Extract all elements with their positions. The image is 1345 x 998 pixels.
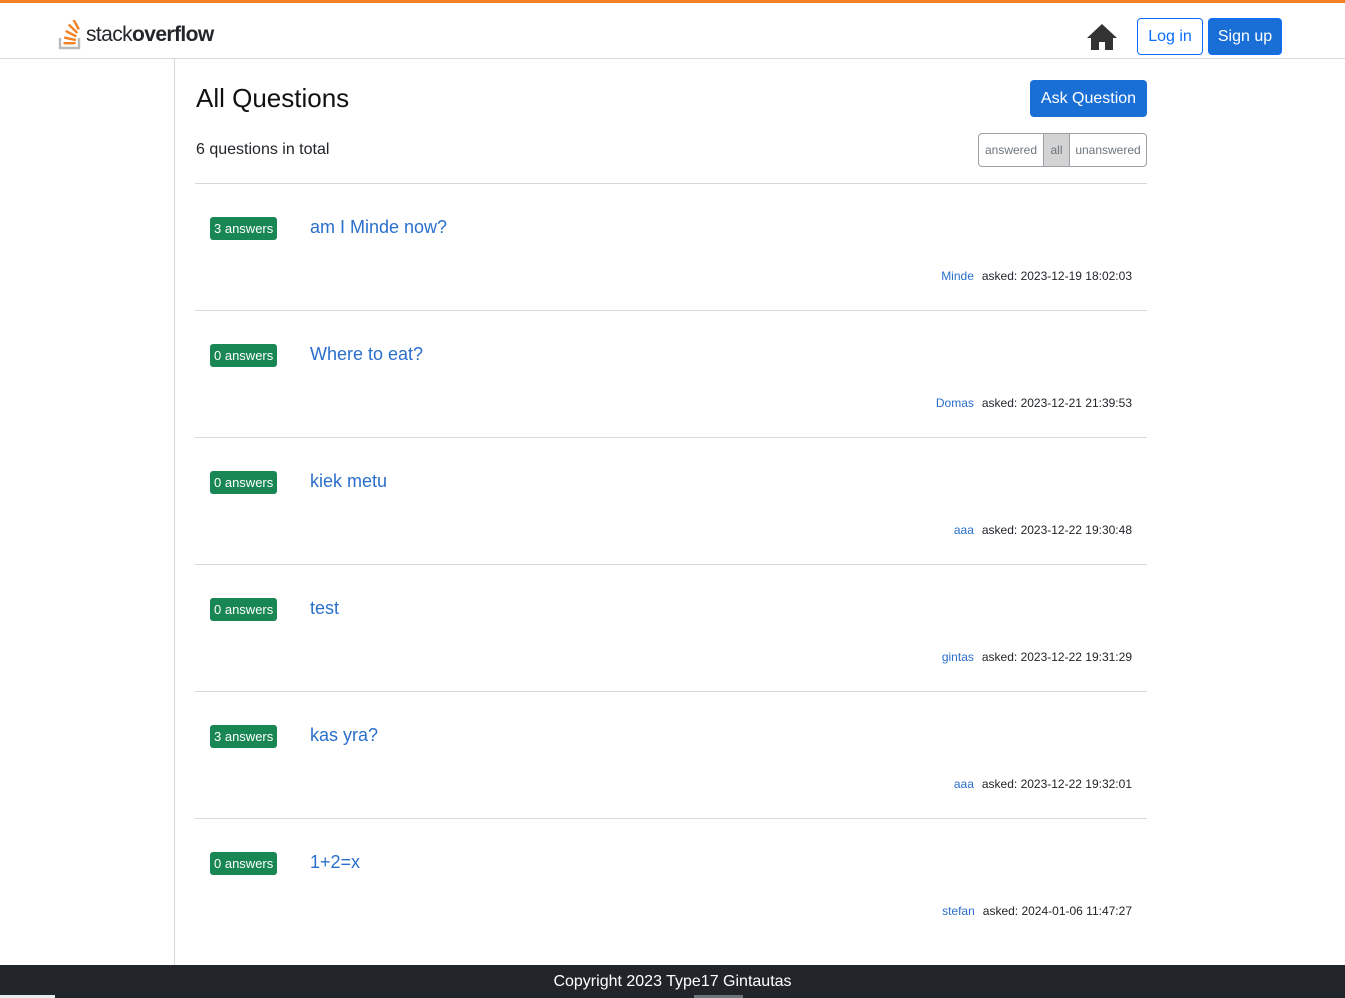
filter-all[interactable]: all: [1043, 134, 1069, 166]
question-row: 3 answers am I Minde now? Minde asked: 2…: [195, 184, 1147, 311]
question-meta: gintas asked: 2023-12-22 19:31:29: [942, 650, 1132, 664]
question-meta: aaa asked: 2023-12-22 19:30:48: [954, 523, 1132, 537]
asked-date: asked: 2023-12-22 19:31:29: [981, 650, 1132, 664]
filter-unanswered[interactable]: unanswered: [1069, 134, 1146, 166]
answers-count-badge: 0 answers: [210, 344, 278, 367]
question-meta: aaa asked: 2023-12-22 19:32:01: [954, 777, 1132, 791]
author-link[interactable]: gintas: [942, 650, 974, 664]
author-link[interactable]: stefan: [942, 904, 975, 918]
answers-count-badge: 0 answers: [210, 471, 278, 494]
question-meta: stefan asked: 2024-01-06 11:47:27: [942, 904, 1132, 918]
stackoverflow-logo[interactable]: stackoverflow: [58, 19, 214, 51]
question-title-link[interactable]: 1+2=x: [310, 852, 360, 873]
top-navbar: stackoverflow Log in Sign up: [0, 0, 1345, 59]
signup-button[interactable]: Sign up: [1208, 18, 1282, 55]
asked-date: asked: 2024-01-06 11:47:27: [982, 904, 1132, 918]
author-link[interactable]: aaa: [954, 777, 974, 791]
ask-question-button[interactable]: Ask Question: [1030, 80, 1147, 117]
logo-text-stack: stack: [86, 23, 133, 46]
question-title-link[interactable]: kas yra?: [310, 725, 378, 746]
page-title: All Questions: [196, 83, 350, 113]
question-row: 3 answers kas yra? aaa asked: 2023-12-22…: [195, 692, 1147, 819]
asked-date: asked: 2023-12-21 21:39:53: [981, 396, 1132, 410]
filter-answered[interactable]: answered: [979, 134, 1043, 166]
logo-text-overflow: overflow: [132, 23, 214, 46]
asked-date: asked: 2023-12-19 18:02:03: [981, 269, 1132, 283]
logo-text: stackoverflow: [86, 23, 214, 47]
question-title-link[interactable]: am I Minde now?: [310, 217, 447, 238]
answers-count-badge: 3 answers: [210, 217, 278, 240]
question-meta: Domas asked: 2023-12-21 21:39:53: [936, 396, 1132, 410]
question-title-link[interactable]: Where to eat?: [310, 344, 423, 365]
author-link[interactable]: Minde: [941, 269, 974, 283]
question-row: 0 answers kiek metu aaa asked: 2023-12-2…: [195, 438, 1147, 565]
login-button[interactable]: Log in: [1137, 18, 1203, 55]
author-link[interactable]: Domas: [936, 396, 974, 410]
question-title-link[interactable]: test: [310, 598, 339, 619]
left-sidebar-divider: [174, 59, 175, 965]
answers-count-badge: 0 answers: [210, 598, 278, 621]
answers-count-badge: 3 answers: [210, 725, 278, 748]
copyright-text: Copyright 2023 Type17 Gintautas: [553, 972, 792, 990]
question-title-link[interactable]: kiek metu: [310, 471, 387, 492]
question-row: 0 answers 1+2=x stefan asked: 2024-01-06…: [195, 819, 1147, 945]
home-icon[interactable]: [1085, 21, 1119, 53]
answers-count-badge: 0 answers: [210, 852, 278, 875]
footer: Copyright 2023 Type17 Gintautas: [0, 965, 1345, 998]
question-meta: Minde asked: 2023-12-19 18:02:03: [941, 269, 1132, 283]
questions-total: 6 questions in total: [196, 141, 330, 158]
author-link[interactable]: aaa: [954, 523, 974, 537]
answer-filter-group: answered all unanswered: [978, 133, 1147, 167]
stackoverflow-logo-icon: [58, 20, 81, 50]
question-row: 0 answers test gintas asked: 2023-12-22 …: [195, 565, 1147, 692]
question-list: 3 answers am I Minde now? Minde asked: 2…: [195, 183, 1147, 945]
question-row: 0 answers Where to eat? Domas asked: 202…: [195, 311, 1147, 438]
asked-date: asked: 2023-12-22 19:30:48: [981, 523, 1132, 537]
asked-date: asked: 2023-12-22 19:32:01: [981, 777, 1132, 791]
